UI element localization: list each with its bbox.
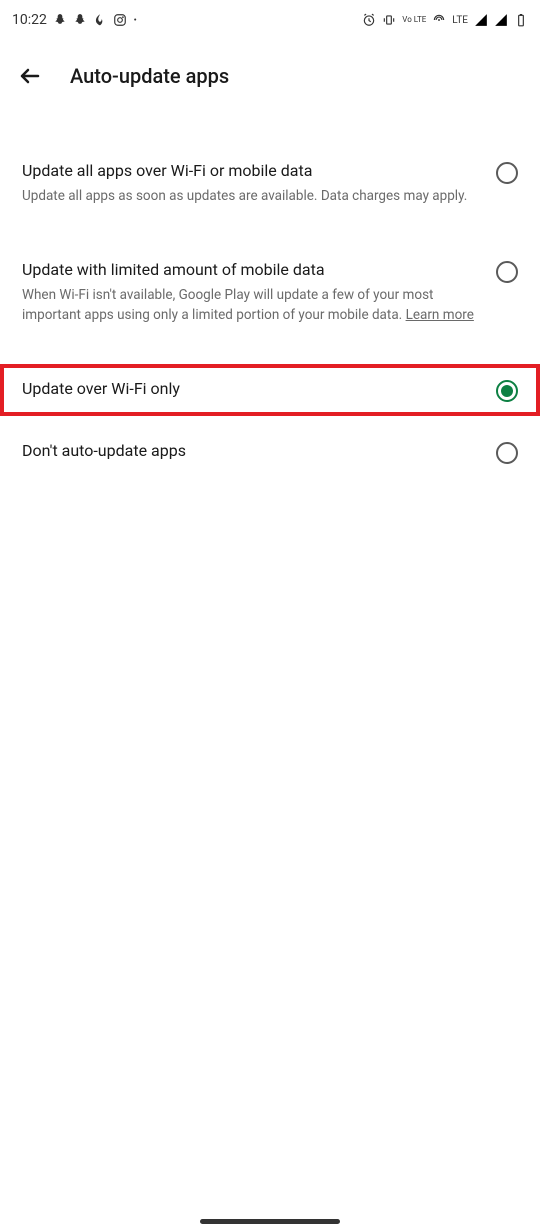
- option-dont-update[interactable]: Don't auto-update apps: [0, 426, 540, 478]
- option-description: Update all apps as soon as updates are a…: [22, 186, 476, 206]
- option-title: Update over Wi-Fi only: [22, 378, 476, 400]
- radio-update-all[interactable]: [496, 162, 518, 184]
- option-content: Update over Wi-Fi only: [22, 378, 476, 400]
- options-list: Update all apps over Wi-Fi or mobile dat…: [0, 102, 540, 478]
- app-bar: Auto-update apps: [0, 50, 540, 102]
- home-indicator[interactable]: [200, 1219, 340, 1224]
- option-limited-data[interactable]: Update with limited amount of mobile dat…: [0, 245, 540, 340]
- option-description: When Wi-Fi isn't available, Google Play …: [22, 285, 476, 326]
- radio-limited-data[interactable]: [496, 261, 518, 283]
- option-title: Update all apps over Wi-Fi or mobile dat…: [22, 160, 476, 182]
- option-content: Update with limited amount of mobile dat…: [22, 259, 476, 326]
- option-content: Update all apps over Wi-Fi or mobile dat…: [22, 160, 476, 207]
- status-left: 10:22 ·: [12, 10, 138, 31]
- back-icon[interactable]: [18, 64, 42, 88]
- page-title: Auto-update apps: [70, 64, 229, 88]
- vibrate-icon: [382, 13, 396, 27]
- snapchat-icon: [53, 13, 67, 27]
- status-right: Vo LTE LTE: [362, 13, 528, 27]
- volte-label: Vo LTE: [402, 16, 426, 24]
- radio-dont-update[interactable]: [496, 442, 518, 464]
- option-update-all[interactable]: Update all apps over Wi-Fi or mobile dat…: [0, 146, 540, 221]
- tinder-icon: [93, 13, 107, 27]
- option-title: Don't auto-update apps: [22, 440, 476, 462]
- learn-more-link[interactable]: Learn more: [406, 307, 474, 323]
- alarm-icon: [362, 13, 376, 27]
- instagram-icon: [113, 13, 127, 27]
- hotspot-icon: [432, 13, 446, 27]
- status-time: 10:22: [12, 12, 47, 28]
- option-title: Update with limited amount of mobile dat…: [22, 259, 476, 281]
- status-bar: 10:22 · Vo LTE LTE: [0, 0, 540, 40]
- snapchat-icon-2: [73, 13, 87, 27]
- option-wifi-only[interactable]: Update over Wi-Fi only: [0, 364, 540, 416]
- battery-icon: [514, 13, 528, 27]
- lte-label: LTE: [452, 15, 468, 26]
- signal-icon-1: [474, 13, 488, 27]
- signal-icon-2: [494, 13, 508, 27]
- radio-wifi-only[interactable]: [496, 380, 518, 402]
- option-content: Don't auto-update apps: [22, 440, 476, 462]
- notification-dot: ·: [133, 10, 138, 31]
